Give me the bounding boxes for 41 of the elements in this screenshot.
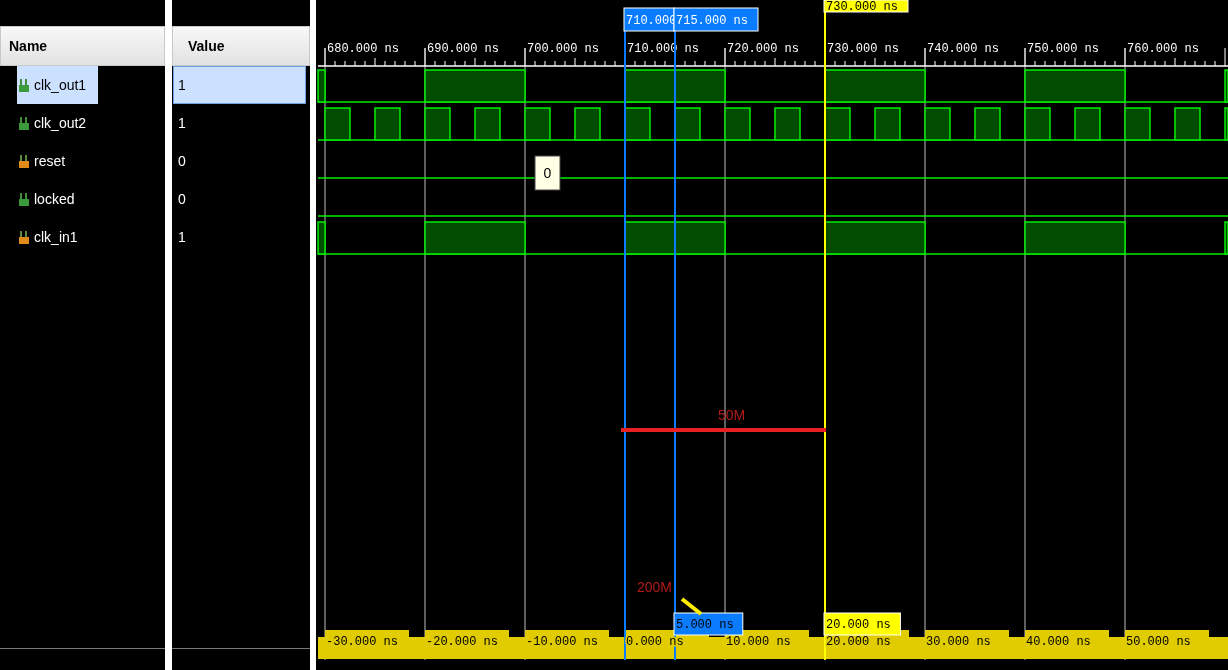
time-label: 740.000 ns	[927, 42, 999, 56]
cursor-time-label[interactable]: 715.000 ns	[673, 7, 759, 32]
input-signal-icon	[19, 154, 29, 168]
input-signal-icon	[19, 230, 29, 244]
time-label: 750.000 ns	[1027, 42, 1099, 56]
leader-line	[680, 597, 703, 616]
delta-time-label: -30.000 ns	[326, 635, 398, 649]
signal-value: 1	[177, 228, 187, 247]
output-signal-icon	[19, 78, 29, 92]
delta-time-label: 20.000 ns	[826, 635, 891, 649]
signal-name[interactable]: clk_out2	[17, 104, 99, 142]
signal-value: 1	[177, 114, 187, 133]
signal-name[interactable]: clk_in1	[17, 218, 90, 256]
cursor-delta-label: 5.000 ns	[673, 612, 744, 636]
output-signal-icon	[19, 192, 29, 206]
time-label: 690.000 ns	[427, 42, 499, 56]
cursor-delta-label: 20.000 ns	[823, 612, 901, 636]
signal-value: 0	[177, 152, 187, 171]
time-label: 760.000 ns	[1127, 42, 1199, 56]
annotation-text: 200M	[637, 579, 673, 595]
name-column-header[interactable]: Name	[0, 26, 165, 66]
signal-value: 0	[177, 190, 187, 209]
delta-time-label: 30.000 ns	[926, 635, 991, 649]
delta-time-label: -10.000 ns	[526, 635, 598, 649]
delta-time-label: 10.000 ns	[726, 635, 791, 649]
annotation-text: 50M	[718, 407, 746, 423]
value-column-header[interactable]: Value	[172, 26, 310, 66]
signal-name[interactable]: locked	[17, 180, 87, 218]
delta-time-label: 50.000 ns	[1126, 635, 1191, 649]
signal-name[interactable]: reset	[17, 142, 78, 180]
signal-name[interactable]: clk_out1	[17, 66, 99, 104]
value-tooltip: 0	[534, 155, 561, 191]
delta-time-label: 40.000 ns	[1026, 635, 1091, 649]
time-label: 700.000 ns	[527, 42, 599, 56]
cursor-time-label[interactable]: 730.000 ns	[823, 0, 909, 14]
time-label: 680.000 ns	[327, 42, 399, 56]
time-label: 720.000 ns	[727, 42, 799, 56]
signal-value: 1	[173, 66, 306, 104]
delta-time-label: -20.000 ns	[426, 635, 498, 649]
time-label: 730.000 ns	[827, 42, 899, 56]
output-signal-icon	[19, 116, 29, 130]
